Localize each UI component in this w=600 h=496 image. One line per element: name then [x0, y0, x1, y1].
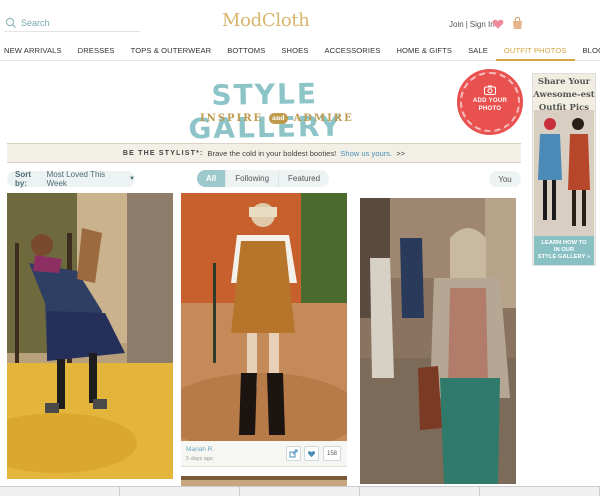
add-photo-button[interactable]: ADD YOUR PHOTO: [457, 69, 523, 135]
toolbar-slot: [240, 487, 360, 496]
share-icon: [289, 449, 298, 458]
subtitle-inspire: INSPIRE: [200, 113, 264, 124]
nav-dresses[interactable]: DRESSES: [70, 41, 123, 61]
join-link[interactable]: Join: [449, 20, 464, 29]
photo-username[interactable]: Mariah R.: [186, 446, 214, 453]
toolbar-slot: [360, 487, 480, 496]
stylist-prompt-bar: BE THE STYLIST*: Brave the cold in your …: [7, 143, 521, 163]
page-title: STYLE GALLERY: [188, 77, 343, 146]
tab-all[interactable]: All: [197, 170, 227, 187]
photo-timestamp: 5 days ago: [186, 456, 213, 462]
toolbar-slot: [120, 487, 240, 496]
tab-featured[interactable]: Featured: [279, 170, 329, 187]
link-separator: |: [465, 20, 468, 29]
subtitle-admire: ADMIRE: [293, 113, 354, 124]
outfit-photo[interactable]: [181, 193, 347, 441]
stylist-arrows: >>: [396, 148, 406, 158]
share-outfit-promo[interactable]: Share Your Awesome-est Outfit Pics LEARN…: [532, 73, 596, 266]
outfit-photo[interactable]: [360, 198, 516, 484]
search-icon[interactable]: [4, 16, 18, 30]
love-count: 158: [323, 446, 341, 461]
page: ModCloth Join | Sign In NEW ARRIVALS DRE…: [0, 0, 600, 496]
sign-in-link[interactable]: Sign In: [470, 20, 495, 29]
nav-accessories[interactable]: ACCESSORIES: [316, 41, 388, 61]
show-us-link[interactable]: Show us yours.: [340, 149, 392, 158]
stylist-label: BE THE STYLIST*:: [122, 149, 204, 157]
nav-home-gifts[interactable]: HOME & GIFTS: [388, 41, 460, 61]
search-input[interactable]: [21, 17, 131, 28]
nav-shoes[interactable]: SHOES: [273, 41, 316, 61]
nav-bottoms[interactable]: BOTTOMS: [219, 41, 273, 61]
page-subtitle: INSPIRE and ADMIRE: [200, 113, 354, 124]
toolbar-slot: [480, 487, 600, 496]
nav-sale[interactable]: SALE: [460, 41, 496, 61]
subtitle-and: and: [269, 113, 288, 124]
sort-dropdown[interactable]: Sort by: Most Loved This Week ▼: [7, 170, 135, 188]
main-nav: NEW ARRIVALS DRESSES TOPS & OUTERWEAR BO…: [0, 41, 600, 61]
outfit-photo-card[interactable]: [181, 193, 347, 441]
caret-down-icon: ▼: [129, 176, 135, 182]
stylist-text: Brave the cold in your boldest booties!: [207, 148, 337, 158]
love-button[interactable]: [304, 446, 319, 461]
photo-meta: Mariah R. 5 days ago 158: [181, 441, 347, 467]
bottom-toolbar: [0, 486, 600, 496]
you-button[interactable]: You: [489, 171, 521, 187]
promo-photo: [534, 110, 594, 236]
shopping-bag-icon[interactable]: [511, 16, 524, 30]
share-button[interactable]: [286, 446, 301, 461]
outfit-photo[interactable]: [7, 193, 173, 479]
cta-line-2: IN OUR: [553, 247, 575, 253]
nav-outfit-photos[interactable]: OUTFIT PHOTOS: [495, 41, 575, 61]
search-bar[interactable]: [4, 14, 140, 32]
tab-following[interactable]: Following: [226, 170, 280, 187]
nav-tops-outerwear[interactable]: TOPS & OUTERWEAR: [123, 41, 220, 61]
heart-icon: [307, 450, 316, 457]
account-links: Join | Sign In: [449, 20, 495, 29]
promo-heading-1: Share Your: [537, 77, 591, 87]
nav-blog[interactable]: BLOG: [575, 41, 600, 61]
sort-value: Most Loved This Week: [46, 170, 106, 188]
promo-heading-2: Awesome-est: [533, 90, 595, 100]
cta-line-3: STYLE GALLERY »: [537, 254, 591, 260]
add-photo-line-1: ADD YOUR: [472, 98, 508, 104]
camera-icon: [484, 85, 496, 95]
cta-line-1: LEARN HOW TO: [541, 240, 587, 246]
outfit-photo-card[interactable]: [7, 193, 173, 479]
add-photo-line-2: PHOTO: [478, 106, 502, 112]
nav-new-arrivals[interactable]: NEW ARRIVALS: [0, 41, 70, 61]
sort-label: Sort by:: [15, 170, 31, 188]
toolbar-slot: [0, 487, 120, 496]
logo[interactable]: ModCloth: [222, 10, 310, 31]
heart-icon[interactable]: [492, 18, 504, 30]
filter-tabs: All Following Featured: [197, 170, 330, 187]
outfit-photo-card[interactable]: [360, 198, 516, 484]
learn-how-button[interactable]: LEARN HOW TO IN OUR STYLE GALLERY »: [534, 236, 594, 265]
